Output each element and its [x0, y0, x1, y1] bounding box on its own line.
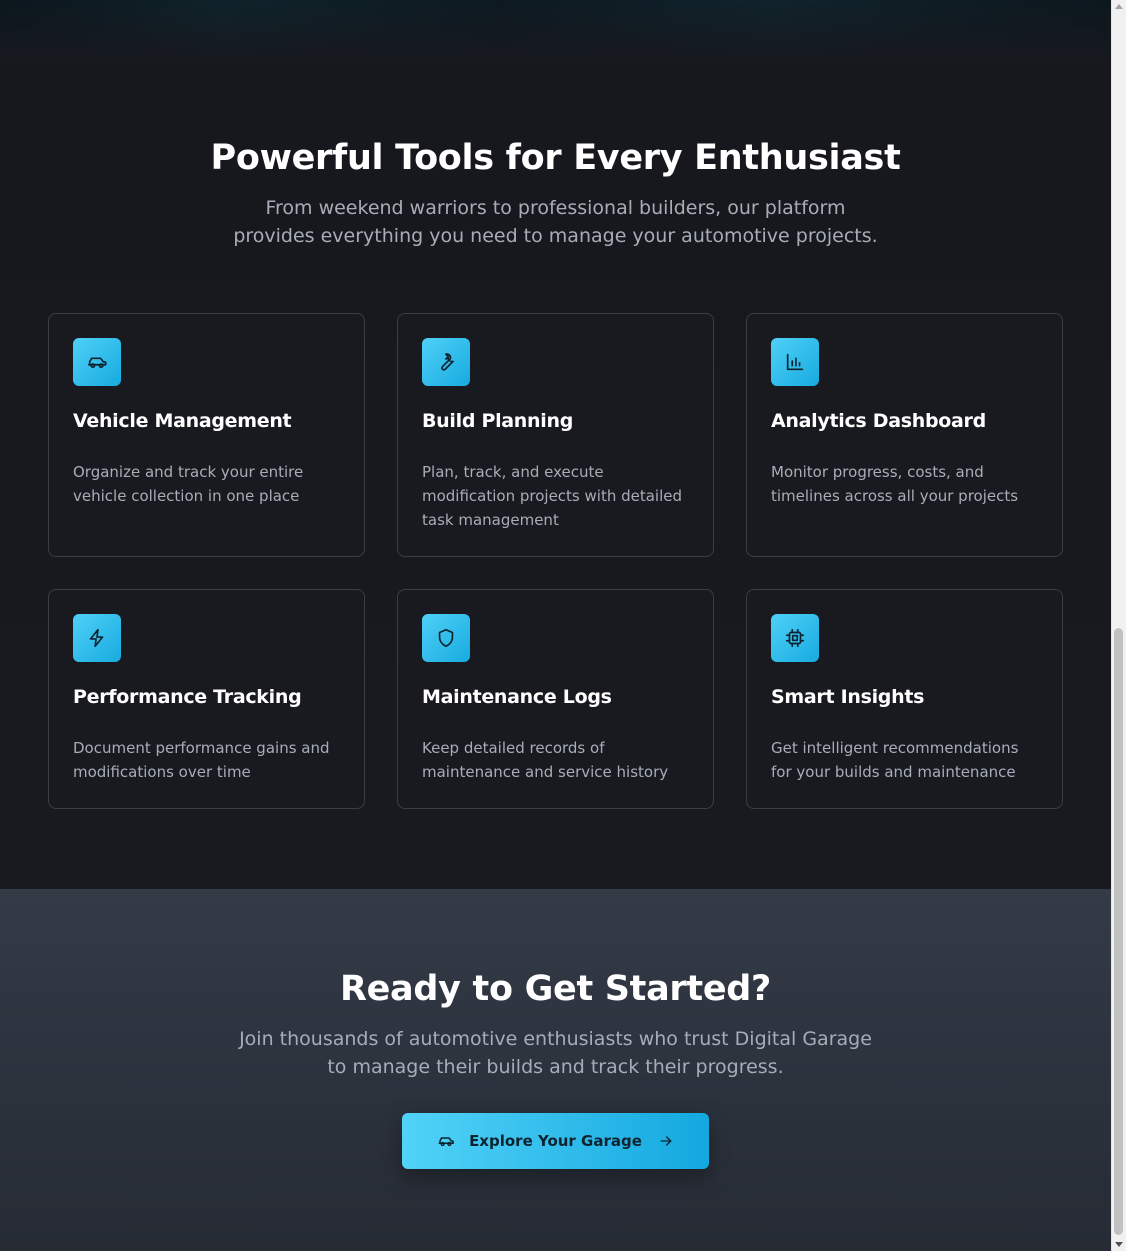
shield-icon [422, 614, 470, 662]
cpu-icon [771, 614, 819, 662]
feature-card-description: Document performance gains and modificat… [73, 739, 330, 781]
car-icon [73, 338, 121, 386]
lightning-icon [73, 614, 121, 662]
feature-card-description: Plan, track, and execute modification pr… [422, 463, 683, 529]
hero-image-strip [0, 0, 1111, 57]
explore-garage-button[interactable]: Explore Your Garage [402, 1113, 709, 1169]
scroll-down-arrow-icon[interactable] [1115, 1242, 1123, 1247]
feature-card-title: Vehicle Management [73, 410, 292, 432]
feature-card-description: Get intelligent recommendations for your… [771, 739, 1019, 781]
page-viewport: Powerful Tools for Every Enthusiast From… [0, 0, 1111, 1251]
feature-card-description: Organize and track your entire vehicle c… [73, 463, 304, 505]
features-section: Powerful Tools for Every Enthusiast From… [0, 57, 1111, 889]
explore-garage-button-label: Explore Your Garage [469, 1132, 642, 1150]
vertical-scrollbar[interactable] [1111, 0, 1126, 1251]
feature-card-title: Smart Insights [771, 686, 925, 708]
arrow-right-icon [658, 1133, 674, 1149]
cta-subtitle: Join thousands of automotive enthusiasts… [239, 1028, 872, 1078]
feature-card-description: Keep detailed records of maintenance and… [422, 739, 669, 781]
cta-title: Ready to Get Started? [339, 969, 772, 1009]
bar-chart-icon [771, 338, 819, 386]
feature-card-performance-tracking: Performance Tracking Document performanc… [48, 589, 365, 809]
cta-section: Ready to Get Started? Join thousands of … [0, 889, 1111, 1251]
scrollbar-thumb[interactable] [1114, 628, 1123, 1235]
feature-card-vehicle-management: Vehicle Management Organize and track yo… [48, 313, 365, 557]
feature-card-title: Analytics Dashboard [771, 410, 986, 432]
wrench-icon [422, 338, 470, 386]
feature-card-smart-insights: Smart Insights Get intelligent recommend… [746, 589, 1063, 809]
features-subtitle: From weekend warriors to professional bu… [233, 197, 878, 247]
feature-card-build-planning: Build Planning Plan, track, and execute … [397, 313, 714, 557]
car-icon [437, 1132, 455, 1150]
feature-card-description: Monitor progress, costs, and timelines a… [771, 463, 1019, 505]
feature-card-title: Build Planning [422, 410, 574, 432]
feature-card-title: Performance Tracking [73, 686, 302, 708]
feature-card-analytics-dashboard: Analytics Dashboard Monitor progress, co… [746, 313, 1063, 557]
features-title: Powerful Tools for Every Enthusiast [210, 138, 901, 178]
feature-card-maintenance-logs: Maintenance Logs Keep detailed records o… [397, 589, 714, 809]
feature-card-title: Maintenance Logs [422, 686, 612, 708]
scroll-up-arrow-icon[interactable] [1115, 4, 1123, 9]
